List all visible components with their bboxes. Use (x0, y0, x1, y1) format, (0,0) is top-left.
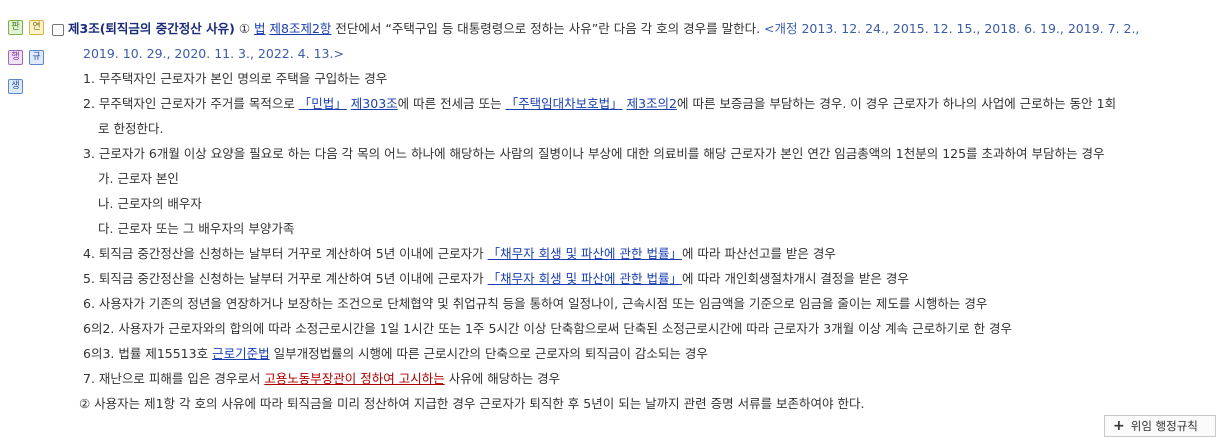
item-6-3-text: 6의3. 법률 제15513호 (83, 346, 213, 361)
item-4-text-b: 에 따라 파산선고를 받은 경우 (682, 246, 836, 261)
item-7-text-b: 사유에 해당하는 경우 (444, 371, 561, 386)
item-5: 5. 퇴직금 중간정산을 신청하는 날부터 거꾸로 계산하여 5년 이내에 근로… (83, 271, 909, 287)
item-2-text-c: 에 따른 보증금을 부담하는 경우. 이 경우 근로자가 하나의 사업에 근로하… (676, 96, 1117, 111)
gyu-icon[interactable]: 규 (29, 50, 44, 65)
pan-icon[interactable]: 판 (8, 20, 23, 35)
article-ref-link[interactable]: 제8조제2항 (270, 21, 332, 36)
law-link[interactable]: 법 (254, 21, 266, 36)
item-3: 3. 근로자가 6개월 이상 요양을 필요로 하는 다음 각 목의 어느 하나에… (83, 146, 1105, 161)
item-6-3: 6의3. 법률 제15513호 근로기준법 일부개정법률의 시행에 따른 근로시… (83, 346, 708, 362)
housing-lease-article-link[interactable]: 제3조의2 (627, 96, 677, 111)
bankruptcy-act-link[interactable]: 「채무자 회생 및 파산에 관한 법률」 (488, 246, 682, 261)
bankruptcy-act-link-2[interactable]: 「채무자 회생 및 파산에 관한 법률」 (488, 271, 682, 286)
haeng-icon[interactable]: 행 (8, 50, 23, 65)
item-2-cont: 로 한정한다. (98, 121, 164, 136)
item-1: 1. 무주택자인 근로자가 본인 명의로 주택을 구입하는 경우 (83, 71, 388, 86)
item-2-text: 2. 무주택자인 근로자가 주거를 목적으로 (83, 96, 299, 111)
article-header-line: 제3조(퇴직금의 중간정산 사유) ① 법 제8조제2항 전단에서 “주택구입 … (68, 21, 1139, 37)
item-4-text: 4. 퇴직금 중간정산을 신청하는 날부터 거꾸로 계산하여 5년 이내에 근로… (83, 246, 488, 261)
ministry-notice-link[interactable]: 고용노동부장관이 정하여 고시하는 (264, 371, 444, 386)
item-2: 2. 무주택자인 근로자가 주거를 목적으로 「민법」 제303조에 따른 전세… (83, 96, 1116, 112)
item-6: 6. 사용자가 기존의 정년을 연장하거나 보장하는 조건으로 단체협약 및 취… (83, 296, 988, 311)
item-5-text-b: 에 따라 개인회생절차개시 결정을 받은 경우 (682, 271, 909, 286)
labor-standards-act-link[interactable]: 근로기준법 (212, 346, 270, 361)
amendment-history: <개정 2013. 12. 24., 2015. 12. 15., 2018. … (764, 21, 1140, 36)
paragraph-2: ② 사용자는 제1항 각 호의 사유에 따라 퇴직금을 미리 정산하여 지급한 … (79, 396, 865, 411)
amendment-history-cont: 2019. 10. 29., 2020. 11. 3., 2022. 4. 13… (83, 46, 344, 61)
item-6-2: 6의2. 사용자가 근로자와의 합의에 따라 소정근로시간을 1일 1시간 또는… (83, 321, 1013, 336)
yeon-icon[interactable]: 연 (29, 20, 44, 35)
item-7-text: 7. 재난으로 피해를 입은 경우로서 (83, 371, 265, 386)
item-7: 7. 재난으로 피해를 입은 경우로서 고용노동부장관이 정하여 고시하는 사유… (83, 371, 560, 387)
article-select-checkbox[interactable] (52, 24, 64, 36)
item-3-da: 다. 근로자 또는 그 배우자의 부양가족 (98, 221, 295, 236)
item-3-ga: 가. 근로자 본인 (98, 171, 179, 186)
article-title: 제3조(퇴직금의 중간정산 사유) (68, 21, 235, 36)
civil-act-link[interactable]: 「민법」 (299, 96, 347, 111)
item-5-text: 5. 퇴직금 중간정산을 신청하는 날부터 거꾸로 계산하여 5년 이내에 근로… (83, 271, 488, 286)
plus-icon: + (1113, 418, 1125, 434)
delegated-rules-label: 위임 행정규칙 (1130, 419, 1198, 433)
item-3-na: 나. 근로자의 배우자 (98, 196, 202, 211)
civil-act-article-link[interactable]: 제303조 (351, 96, 398, 111)
item-4: 4. 퇴직금 중간정산을 신청하는 날부터 거꾸로 계산하여 5년 이내에 근로… (83, 246, 836, 262)
paragraph-number: ① (238, 21, 251, 36)
saeng-icon[interactable]: 생 (8, 79, 23, 94)
item-2-text-b: 에 따른 전세금 또는 (397, 96, 506, 111)
delegated-rules-button[interactable]: + 위임 행정규칙 (1104, 415, 1216, 437)
item-6-3-text-b: 일부개정법률의 시행에 따른 근로시간의 단축으로 근로자의 퇴직금이 감소되는… (269, 346, 708, 361)
housing-lease-act-link[interactable]: 「주택임대차보호법」 (506, 96, 623, 111)
article-intro: 전단에서 “주택구입 등 대통령령으로 정하는 사유”란 다음 각 호의 경우를… (331, 21, 765, 36)
